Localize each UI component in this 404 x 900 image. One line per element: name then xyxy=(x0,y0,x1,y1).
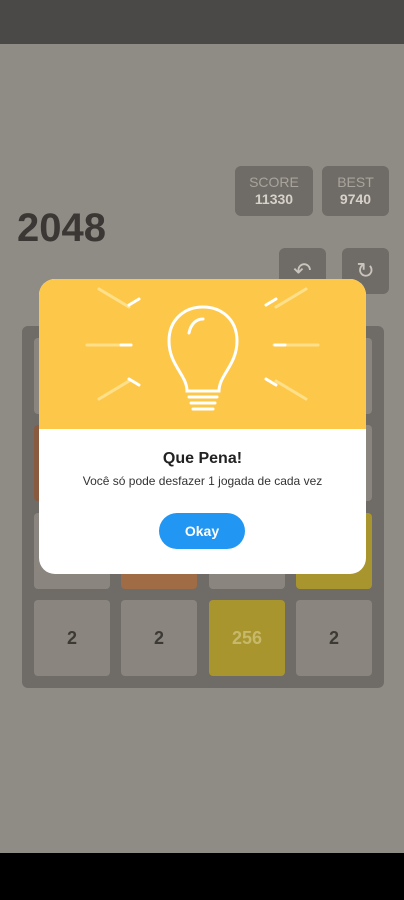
best-label: BEST xyxy=(337,174,374,190)
navigation-bar xyxy=(0,853,404,900)
dialog-message: Você só pode desfazer 1 jogada de cada v… xyxy=(82,474,323,488)
score-box: SCORE 11330 xyxy=(235,166,313,216)
tile: 2 xyxy=(296,600,372,676)
tile: 2 xyxy=(121,600,197,676)
tile: 2 xyxy=(34,600,110,676)
undo-limit-dialog: Que Pena! Você só pode desfazer 1 jogada… xyxy=(39,279,366,574)
dialog-header xyxy=(39,279,366,429)
status-bar xyxy=(0,0,404,44)
dialog-title: Que Pena! xyxy=(162,450,243,467)
best-value: 9740 xyxy=(339,191,372,207)
tile: 256 xyxy=(209,600,285,676)
lightbulb-icon xyxy=(85,287,320,411)
score-label: SCORE xyxy=(249,174,299,190)
game-title: 2048 xyxy=(17,206,106,250)
okay-button[interactable]: Okay xyxy=(159,513,245,549)
score-value: 11330 xyxy=(254,191,294,207)
best-box: BEST 9740 xyxy=(322,166,389,216)
